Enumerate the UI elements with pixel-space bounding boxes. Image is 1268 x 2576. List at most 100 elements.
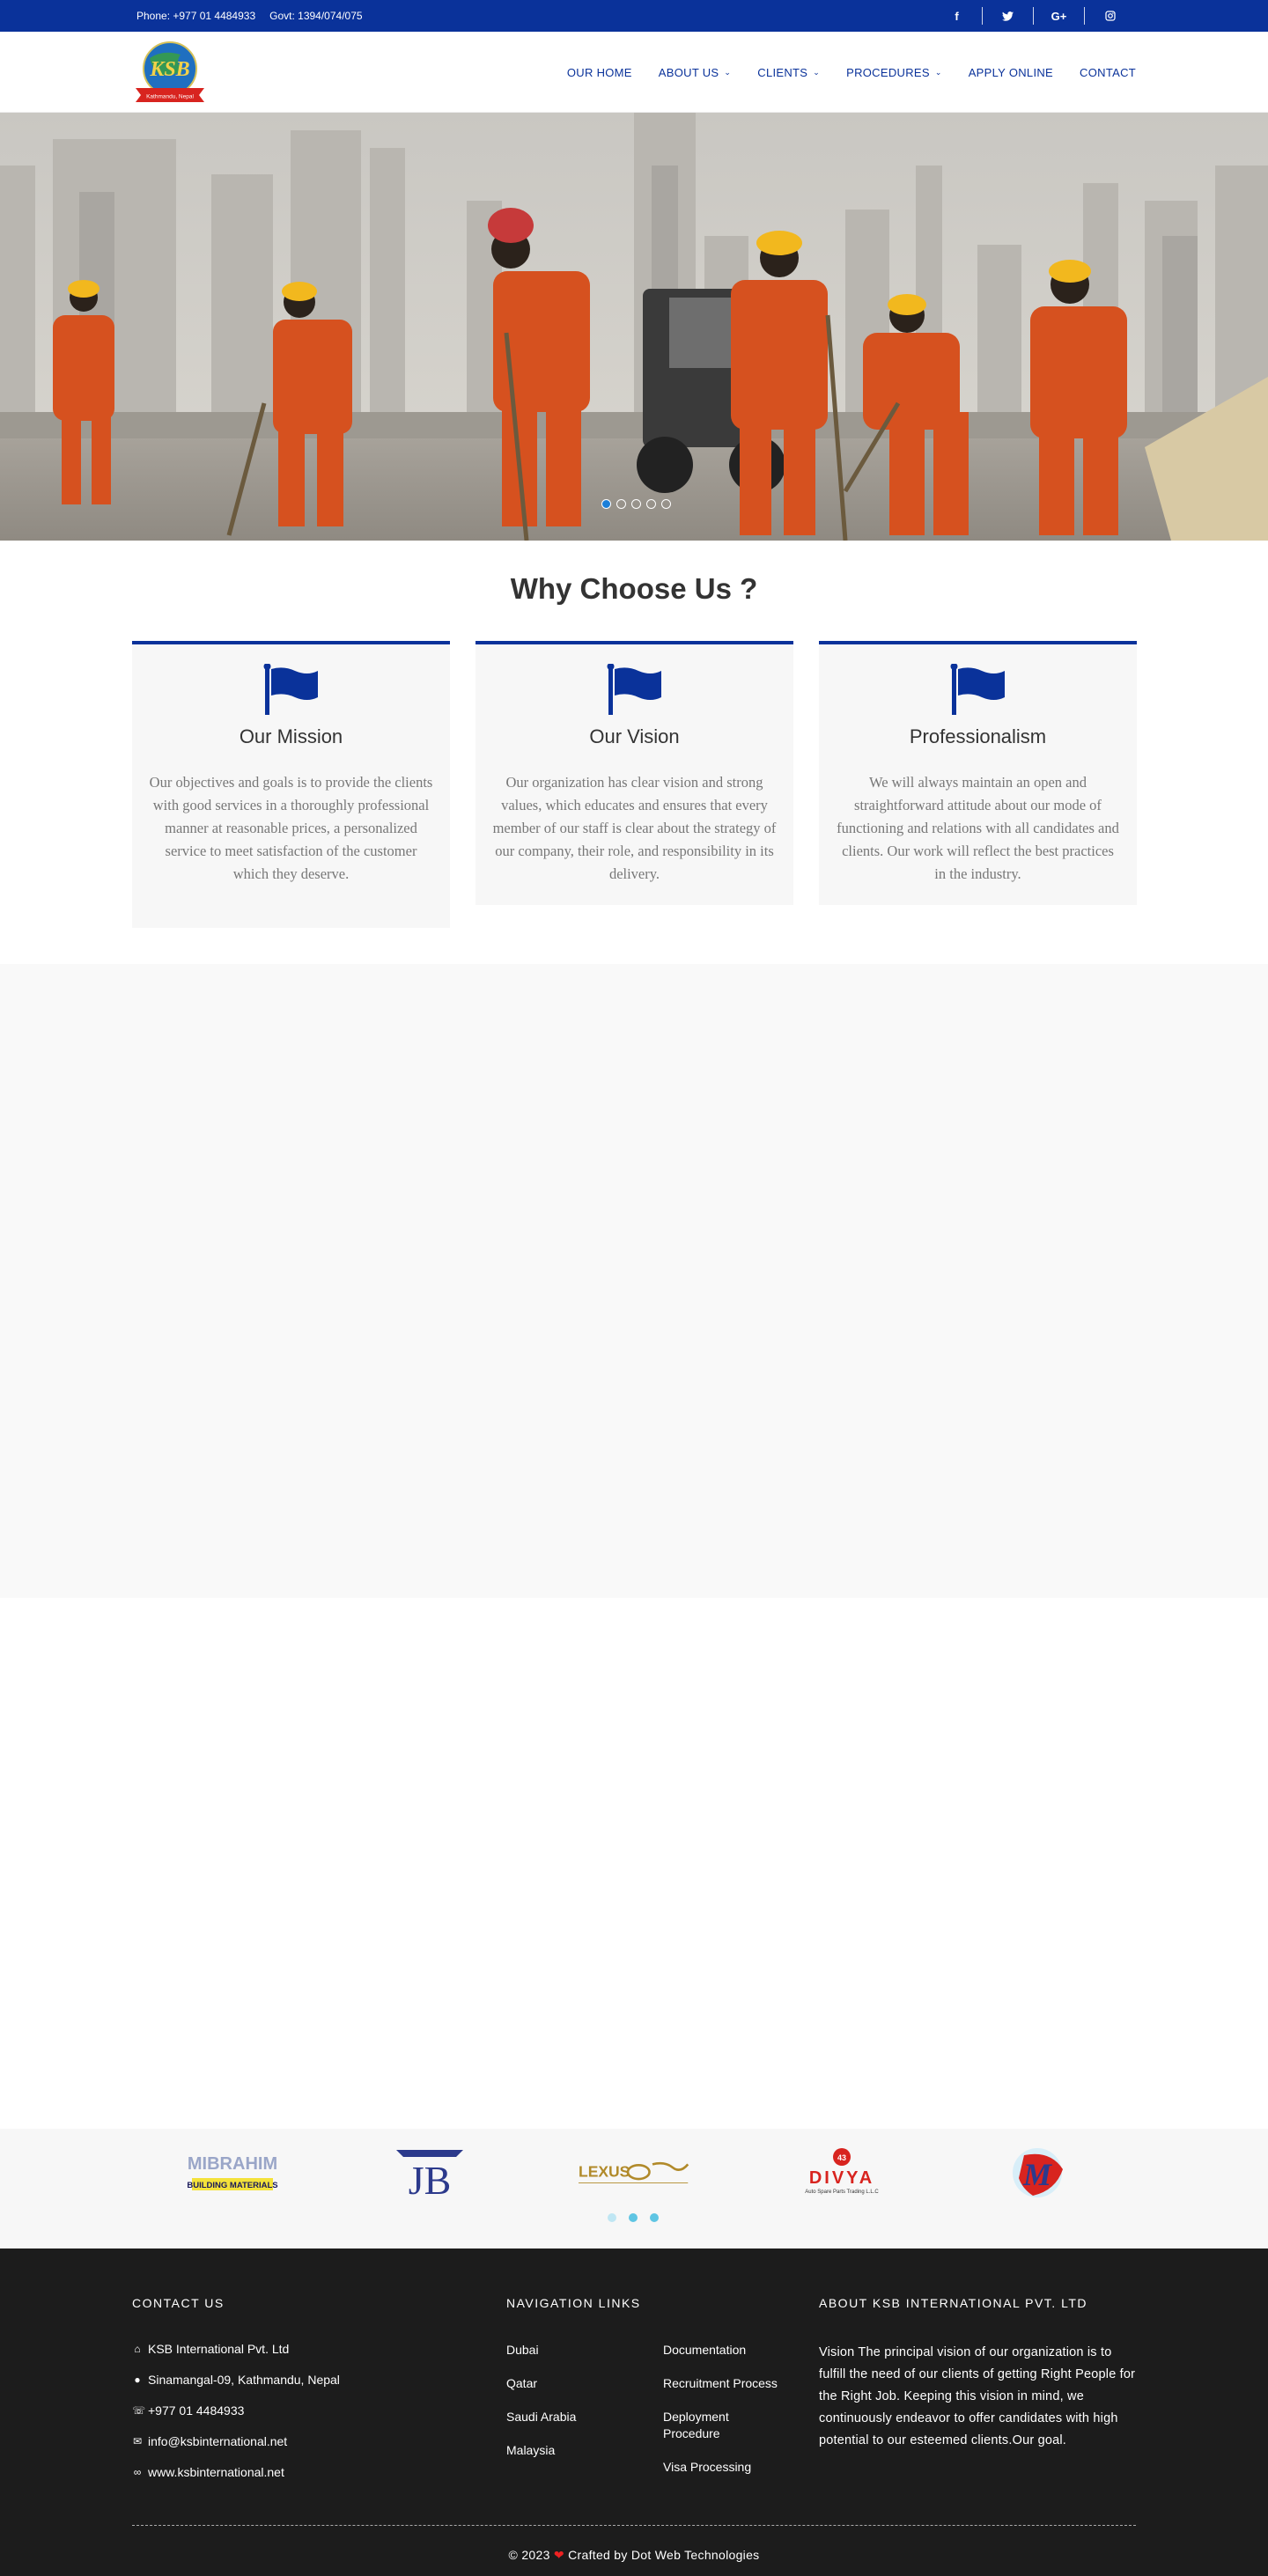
- logo-ribbon-text: Kathmandu, Nepal: [146, 94, 194, 100]
- nav-label: APPLY ONLINE: [968, 65, 1054, 79]
- slider-dot[interactable]: [661, 499, 671, 509]
- footer-link-malaysia[interactable]: Malaysia: [506, 2442, 663, 2459]
- card-text: We will always maintain an open and stra…: [837, 774, 1119, 882]
- nav-item-about-us[interactable]: ABOUT US ⌄: [659, 66, 731, 79]
- svg-text:DIVYA: DIVYA: [809, 2168, 874, 2188]
- hero-slider-dots: [601, 499, 671, 509]
- ksb-logo[interactable]: KSB Kathmandu, Nepal: [132, 39, 208, 106]
- logo-text: KSB: [149, 58, 189, 81]
- map-marker-icon: ●: [134, 2374, 141, 2386]
- footer-link-deployment-procedure[interactable]: Deployment Procedure: [663, 2409, 786, 2442]
- phone-icon: ☏: [132, 2404, 146, 2417]
- copyright: © 2023 ❤ Crafted by Dot Web Technologies: [0, 2548, 1268, 2563]
- chevron-down-icon: ⌄: [813, 67, 821, 77]
- hero-image: [0, 113, 1268, 541]
- footer-navigation: NAVIGATION LINKS Dubai Qatar Saudi Arabi…: [506, 2296, 786, 2492]
- site-footer: CONTACT US ⌂ KSB International Pvt. Ltd ●…: [0, 2248, 1268, 2576]
- card-text: Our objectives and goals is to provide t…: [149, 774, 433, 882]
- svg-text:MIBRAHIM: MIBRAHIM: [188, 2154, 277, 2174]
- slider-dot[interactable]: [616, 499, 626, 509]
- nav-item-clients[interactable]: CLIENTS ⌄: [757, 66, 820, 79]
- clients-carousel[interactable]: MIBRAHIM BUILDING MATERIALS JB LEXUS 43 …: [0, 2129, 1268, 2248]
- mission-card: Our Mission Our objectives and goals is …: [132, 641, 450, 928]
- site-header: KSB Kathmandu, Nepal OUR HOME ABOUT US ⌄ …: [0, 32, 1268, 113]
- footer-link-recruitment-process[interactable]: Recruitment Process: [663, 2375, 786, 2392]
- footer-link-documentation[interactable]: Documentation: [663, 2342, 786, 2359]
- heart-icon: ❤: [553, 2548, 564, 2562]
- section-title: Why Choose Us ?: [510, 572, 758, 605]
- footer-link-qatar[interactable]: Qatar: [506, 2375, 663, 2392]
- contact-address-text: Sinamangal-09, Kathmandu, Nepal: [148, 2373, 340, 2387]
- card-title: Our Mission: [239, 725, 343, 747]
- nav-item-apply-online[interactable]: APPLY ONLINE: [969, 66, 1053, 79]
- svg-text:BUILDING MATERIALS: BUILDING MATERIALS: [187, 2181, 277, 2190]
- clients-carousel-dots: [608, 2213, 659, 2222]
- client-logo-mibrahim[interactable]: MIBRAHIM BUILDING MATERIALS: [171, 2143, 294, 2203]
- top-bar-info: Phone: +977 01 4484933 Govt: 1394/074/07…: [136, 10, 363, 22]
- nav-item-contact[interactable]: CONTACT: [1080, 66, 1136, 79]
- footer-links-procedures: Documentation Recruitment Process Deploy…: [663, 2342, 786, 2492]
- twitter-icon[interactable]: [983, 7, 1034, 25]
- client-logo-jb[interactable]: JB: [368, 2143, 491, 2203]
- carousel-dot[interactable]: [650, 2213, 659, 2222]
- nav-item-procedures[interactable]: PROCEDURES ⌄: [846, 66, 942, 79]
- chevron-down-icon: ⌄: [934, 67, 942, 77]
- svg-text:JB: JB: [409, 2158, 452, 2201]
- footer-heading: ABOUT KSB INTERNATIONAL PVT. LTD: [819, 2296, 1087, 2310]
- contact-email-text[interactable]: info@ksbinternational.net: [148, 2434, 287, 2448]
- google-plus-icon[interactable]: G+: [1034, 7, 1085, 25]
- content-section-placeholder: [0, 964, 1268, 1598]
- carousel-dot[interactable]: [629, 2213, 638, 2222]
- vision-card: Our Vision Our organization has clear vi…: [476, 641, 793, 905]
- nav-label: CLIENTS: [757, 65, 808, 79]
- footer-links-countries: Dubai Qatar Saudi Arabia Malaysia: [506, 2342, 663, 2492]
- footer-heading: CONTACT US: [132, 2296, 225, 2310]
- nav-label: PROCEDURES: [846, 65, 930, 79]
- flag-icon: [607, 664, 661, 715]
- copyright-year: © 2023: [508, 2548, 550, 2562]
- phone-text: Phone: +977 01 4484933: [136, 10, 256, 22]
- social-links: f G+: [932, 0, 1136, 32]
- flag-icon: [950, 664, 1005, 715]
- slider-dot[interactable]: [631, 499, 641, 509]
- client-logo-m-globe[interactable]: M: [976, 2143, 1099, 2203]
- contact-website[interactable]: ∞ www.ksbinternational.net: [132, 2465, 340, 2479]
- client-logo-lexus[interactable]: LEXUS: [572, 2143, 696, 2203]
- slider-dot[interactable]: [646, 499, 656, 509]
- flag-icon: [263, 664, 318, 715]
- slider-dot[interactable]: [601, 499, 611, 509]
- client-logo-divya[interactable]: 43 DIVYA Auto Spare Parts Trading L.L.C: [780, 2143, 903, 2203]
- svg-text:Auto Spare Parts Trading L.L.C: Auto Spare Parts Trading L.L.C: [805, 2190, 879, 2195]
- svg-text:LEXUS: LEXUS: [579, 2162, 630, 2180]
- contact-company: ⌂ KSB International Pvt. Ltd: [132, 2342, 340, 2356]
- govt-registration-text: Govt: 1394/074/075: [269, 10, 363, 22]
- envelope-icon: ✉: [132, 2435, 143, 2447]
- contact-company-text: KSB International Pvt. Ltd: [148, 2342, 290, 2356]
- contact-website-text[interactable]: www.ksbinternational.net: [148, 2465, 284, 2479]
- footer-link-saudi-arabia[interactable]: Saudi Arabia: [506, 2409, 663, 2425]
- top-bar: Phone: +977 01 4484933 Govt: 1394/074/07…: [0, 0, 1268, 32]
- home-icon: ⌂: [134, 2343, 141, 2355]
- contact-phone: ☏ +977 01 4484933: [132, 2403, 340, 2418]
- contact-email[interactable]: ✉ info@ksbinternational.net: [132, 2434, 340, 2448]
- card-text: Our organization has clear vision and st…: [492, 774, 777, 882]
- professionalism-card: Professionalism We will always maintain …: [819, 641, 1137, 905]
- card-title: Professionalism: [909, 725, 1047, 747]
- footer-heading: NAVIGATION LINKS: [506, 2296, 641, 2310]
- hero-slider[interactable]: [0, 113, 1268, 541]
- main-navigation: OUR HOME ABOUT US ⌄ CLIENTS ⌄ PROCEDURES ⌄ …: [567, 32, 1136, 113]
- facebook-icon[interactable]: f: [932, 7, 983, 25]
- svg-text:43: 43: [837, 2153, 846, 2162]
- nav-item-our-home[interactable]: OUR HOME: [567, 66, 632, 79]
- svg-text:M: M: [1022, 2157, 1053, 2192]
- nav-label: CONTACT: [1080, 65, 1136, 79]
- contact-phone-text: +977 01 4484933: [148, 2403, 245, 2418]
- footer-link-visa-processing[interactable]: Visa Processing: [663, 2459, 786, 2476]
- chevron-down-icon: ⌄: [724, 67, 732, 77]
- footer-link-dubai[interactable]: Dubai: [506, 2342, 663, 2359]
- instagram-icon[interactable]: [1085, 7, 1136, 25]
- footer-contact: CONTACT US ⌂ KSB International Pvt. Ltd ●…: [132, 2296, 340, 2496]
- copyright-credit[interactable]: Crafted by Dot Web Technologies: [568, 2548, 759, 2562]
- carousel-dot[interactable]: [608, 2213, 616, 2222]
- card-title: Our Vision: [589, 725, 680, 747]
